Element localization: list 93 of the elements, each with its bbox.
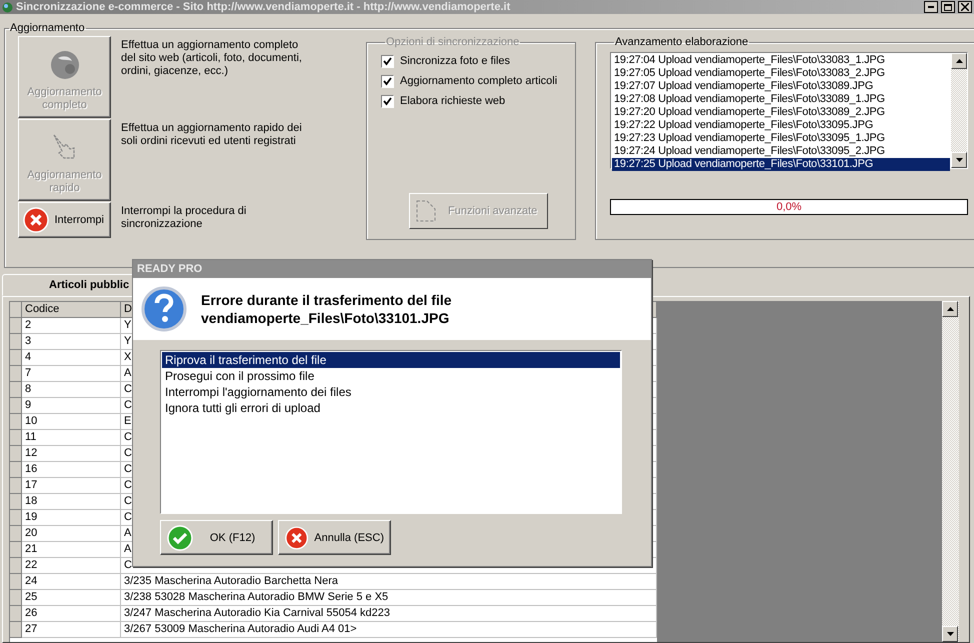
row-header[interactable] xyxy=(10,510,22,526)
table-cell: 12 xyxy=(22,446,121,462)
row-header[interactable] xyxy=(10,558,22,574)
row-header[interactable] xyxy=(10,526,22,542)
log-line[interactable]: 19:27:22 Upload vendiamoperte_Files\Foto\33095.JPG xyxy=(612,119,950,132)
row-header[interactable] xyxy=(10,382,22,398)
minimize-button[interactable] xyxy=(924,1,938,13)
action-description: Interrompi la procedura di sincronizzazione xyxy=(121,204,248,232)
row-header[interactable] xyxy=(10,414,22,430)
group-title: Avanzamento elaborazione xyxy=(614,36,750,48)
table-cell: 21 xyxy=(22,542,121,558)
close-circle-icon xyxy=(285,524,308,550)
close-circle-icon xyxy=(23,207,49,233)
globe-icon xyxy=(2,2,13,12)
row-header[interactable] xyxy=(10,350,22,366)
close-icon xyxy=(961,3,969,11)
table-cell: 27 xyxy=(22,622,121,638)
row-header[interactable] xyxy=(10,590,22,606)
row-header[interactable] xyxy=(10,542,22,558)
row-header[interactable] xyxy=(10,446,22,462)
choice-list[interactable]: Riprova il trasferimento del file Prosegui con il prossimo file Interrompi l'aggiornamento dei files Ignora tutti gli errori di upload xyxy=(160,350,622,514)
ok-button[interactable]: OK (F12) xyxy=(160,520,273,555)
checkbox-label: Elabora richieste web xyxy=(400,95,506,107)
row-header[interactable] xyxy=(10,622,22,638)
close-button[interactable] xyxy=(958,1,972,13)
row-header[interactable] xyxy=(10,398,22,414)
table-cell: 16 xyxy=(22,462,121,478)
check-circle-icon xyxy=(167,524,193,550)
progress-reading: 0,0% xyxy=(776,201,802,213)
table-cell: 20 xyxy=(22,526,121,542)
column-header[interactable]: Codice xyxy=(22,302,121,318)
maximize-button[interactable] xyxy=(941,1,955,13)
maximize-icon xyxy=(944,4,952,10)
log-line[interactable]: 19:27:24 Upload vendiamoperte_Files\Foto\33095_2.JPG xyxy=(612,145,950,158)
log-line[interactable]: 19:27:04 Upload vendiamoperte_Files\Foto\33083_1.JPG xyxy=(612,54,950,67)
scroll-down-icon xyxy=(946,632,954,636)
row-header[interactable] xyxy=(10,478,22,494)
table-cell: 10 xyxy=(22,414,121,430)
minimize-icon xyxy=(928,6,934,8)
row-header[interactable] xyxy=(10,334,22,350)
dialog-title: READY PRO xyxy=(133,260,651,278)
table-cell: 26 xyxy=(22,606,121,622)
action-description: Effettua un aggiornamento rapido dei soli ordini ricevuti ed utenti registrati xyxy=(121,121,303,149)
globe-icon xyxy=(50,50,80,80)
log-list[interactable] xyxy=(610,52,968,169)
group-title: Aggiornamento xyxy=(9,22,86,34)
row-header[interactable] xyxy=(10,606,22,622)
table-cell: 19 xyxy=(22,510,121,526)
table-cell: 11 xyxy=(22,430,121,446)
table-cell: 9 xyxy=(22,398,121,414)
action-description: Effettua un aggiornamento completo del sito web (articoli, foto, documenti, ordini, giacenze, ecc.) xyxy=(121,38,303,79)
table-cell: 18 xyxy=(22,494,121,510)
table-cell: 8 xyxy=(22,382,121,398)
table-cell: 3/235 Mascherina Autoradio Barchetta Nera xyxy=(121,574,657,590)
log-line[interactable]: 19:27:05 Upload vendiamoperte_Files\Foto\33083_2.JPG xyxy=(612,67,950,80)
table-cell: 7 xyxy=(22,366,121,382)
question-icon xyxy=(141,286,187,332)
scrollbar[interactable] xyxy=(942,301,959,642)
choice-item[interactable]: Prosegui con il prossimo file xyxy=(162,368,620,384)
log-line[interactable]: 19:27:20 Upload vendiamoperte_Files\Foto\33089_2.JPG xyxy=(612,106,950,119)
scrollbar[interactable] xyxy=(951,53,967,168)
log-line[interactable]: 19:27:07 Upload vendiamoperte_Files\Foto\33089.JPG xyxy=(612,80,950,93)
table-cell: 4 xyxy=(22,350,121,366)
row-header[interactable] xyxy=(10,430,22,446)
log-line[interactable]: 19:27:23 Upload vendiamoperte_Files\Foto\33095_1.JPG xyxy=(612,132,950,145)
table-cell: 2 xyxy=(22,318,121,334)
table-cell: 22 xyxy=(22,558,121,574)
log-line[interactable]: 19:27:08 Upload vendiamoperte_Files\Foto\33089_1.JPG xyxy=(612,93,950,106)
group-title: Opzioni di sincronizzazione xyxy=(385,36,520,48)
scroll-down-icon xyxy=(956,158,962,162)
row-header[interactable] xyxy=(10,318,22,334)
cancel-button[interactable]: Annulla (ESC) xyxy=(278,520,391,555)
choice-item[interactable]: Riprova il trasferimento del file xyxy=(162,352,620,368)
table-cell: 24 xyxy=(22,574,121,590)
scroll-up-icon xyxy=(946,307,954,311)
scroll-up-icon xyxy=(956,59,962,63)
table-cell: 3/267 53009 Mascherina Autoradio Audi A4 01> xyxy=(121,622,657,638)
table-cell: 3/238 53028 Mascherina Autoradio BMW Serie 5 e X5 xyxy=(121,590,657,606)
update-button[interactable]: Interrompi xyxy=(18,202,111,238)
window-title: Sincronizzazione e-commerce - Sito http://www.vendiamoperte.it - http://www.vendiamoperte.it xyxy=(16,0,512,14)
table-cell: 3 xyxy=(22,334,121,350)
checkbox-label: Sincronizza foto e files xyxy=(400,55,510,67)
row-header[interactable] xyxy=(10,574,22,590)
choice-item[interactable]: Ignora tutti gli errori di upload xyxy=(162,400,620,416)
checkbox-label: Aggiornamento completo articoli xyxy=(400,75,558,87)
choice-item[interactable]: Interrompi l'aggiornamento dei files xyxy=(162,384,620,400)
table-cell: 25 xyxy=(22,590,121,606)
row-header[interactable] xyxy=(10,462,22,478)
row-header[interactable] xyxy=(10,366,22,382)
row-header[interactable] xyxy=(10,494,22,510)
table-cell: 17 xyxy=(22,478,121,494)
table-cell: 3/247 Mascherina Autoradio Kia Carnival 55054 kd223 xyxy=(121,606,657,622)
document-icon xyxy=(416,200,438,222)
